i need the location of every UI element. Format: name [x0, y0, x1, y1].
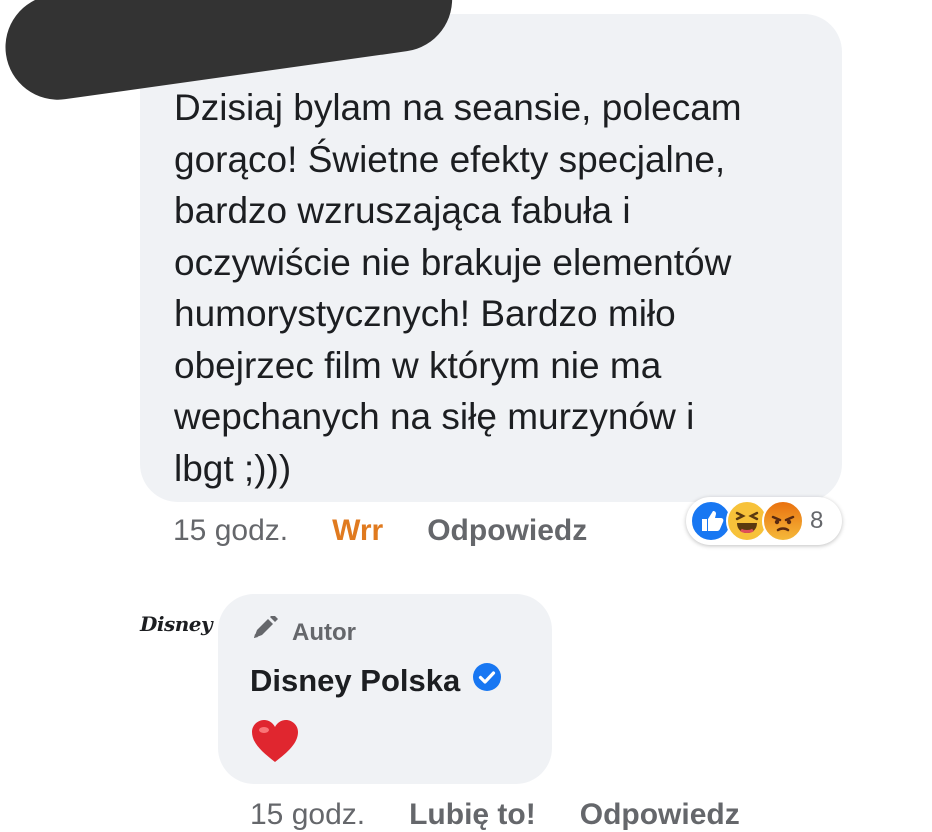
reaction-angry-button[interactable]: Wrr [332, 514, 383, 548]
reply-button[interactable]: Odpowiedz [427, 514, 587, 548]
comment-text: Dzisiaj bylam na seansie, polecam gorąco… [174, 87, 742, 489]
disney-logo-avatar[interactable]: Disney [140, 612, 213, 636]
like-button[interactable]: Lubię to! [409, 798, 536, 832]
reply-author: Disney Polska [250, 662, 502, 700]
author-name-link[interactable]: Disney Polska [250, 663, 460, 699]
verified-badge-icon [472, 662, 502, 700]
reply-to-reply-button[interactable]: Odpowiedz [580, 798, 740, 832]
author-badge: Autor [250, 614, 356, 649]
disney-logo-text: Disney [140, 612, 213, 636]
pen-icon [250, 614, 280, 649]
angry-icon [762, 500, 804, 542]
reaction-summary[interactable]: 8 [686, 497, 842, 545]
reply-timestamp[interactable]: 15 godz. [250, 798, 365, 832]
author-badge-label: Autor [292, 618, 356, 646]
comment-timestamp[interactable]: 15 godz. [173, 514, 288, 548]
reaction-count: 8 [810, 507, 824, 534]
reply-actions: 15 godz. Lubię to! Odpowiedz [250, 798, 740, 832]
red-heart-emoji-icon [250, 718, 300, 769]
comment-actions: 15 godz. Wrr Odpowiedz [173, 514, 587, 548]
